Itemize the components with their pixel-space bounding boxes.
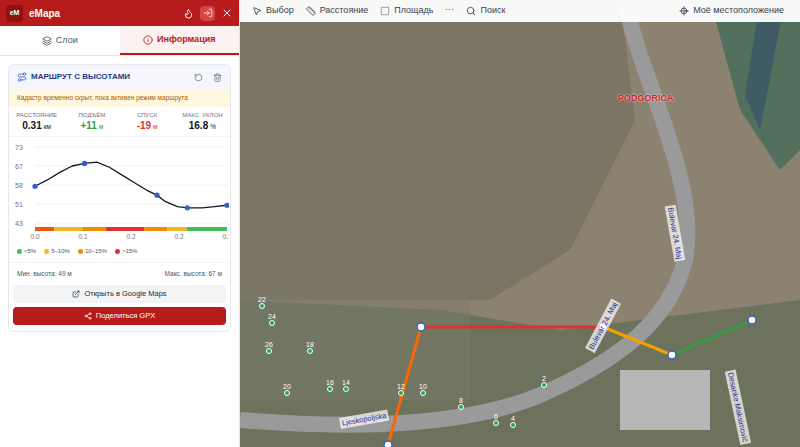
tabs: СлоиИнформация	[0, 26, 239, 56]
svg-text:0.3: 0.3	[222, 233, 229, 240]
svg-text:43: 43	[15, 220, 23, 227]
external-link-icon	[72, 290, 80, 298]
svg-text:0.0: 0.0	[30, 233, 39, 240]
stat: ПОДЪЁМ+11м	[64, 107, 119, 137]
house-number-pin[interactable]: 2	[541, 375, 547, 388]
stats: РАССТОЯНИЕ0.31кмПОДЪЁМ+11мСПУСК-19мМАКС.…	[9, 107, 230, 138]
tool-icon	[380, 6, 390, 16]
tab[interactable]: Слои	[0, 26, 120, 55]
svg-text:67: 67	[15, 163, 23, 170]
house-number-pin[interactable]: 4	[510, 415, 516, 428]
trash-icon[interactable]	[213, 73, 222, 82]
legend: <5% 5–10% 10–15% >15%	[9, 241, 230, 263]
svg-text:58: 58	[15, 182, 23, 189]
house-number-pin[interactable]: 16	[326, 379, 334, 392]
legend-item: >15%	[115, 247, 138, 256]
map-tool[interactable]: ⋯	[445, 4, 454, 18]
svg-text:51: 51	[15, 201, 23, 208]
svg-text:0.1: 0.1	[78, 233, 87, 240]
city-label: PODGORICA	[618, 92, 674, 106]
route-card: МАРШРУТ С ВЫСОТАМИ Кадастр временно скрыт…	[8, 64, 231, 332]
stat: СПУСК-19м	[120, 107, 175, 137]
heights: Мин. высота: 49 мМакс. высота: 67 м	[9, 263, 230, 285]
logo[interactable]: eM	[6, 5, 23, 22]
header: eM eMapa	[0, 0, 239, 26]
house-number-pin[interactable]: 8	[458, 397, 464, 410]
undo-icon[interactable]	[194, 73, 203, 82]
card-title: МАРШРУТ С ВЫСОТАМИ	[31, 71, 190, 83]
tool-icon	[252, 6, 262, 16]
info-icon	[143, 35, 153, 45]
house-number-pin[interactable]: 6	[493, 413, 499, 426]
login-icon	[203, 8, 213, 18]
flame-icon[interactable]	[183, 8, 194, 19]
card-header: МАРШРУТ С ВЫСОТАМИ	[9, 65, 230, 89]
stat: МАКС. УКЛОН16.8%	[175, 107, 230, 137]
house-number-pin[interactable]: 10	[419, 383, 427, 396]
map-toolbar: Выбор Расстояние Площадь ⋯ Поиск Моё местопол…	[240, 0, 800, 22]
house-number-pin[interactable]: 20	[283, 383, 291, 396]
house-number-pin[interactable]: 14	[342, 379, 350, 392]
tool-icon	[306, 6, 316, 16]
house-number-pin[interactable]: 12	[397, 383, 405, 396]
route-icon	[17, 72, 27, 82]
svg-text:73: 73	[15, 144, 23, 151]
layers-icon	[42, 36, 52, 46]
close-icon[interactable]	[221, 7, 233, 19]
house-number-pin[interactable]: 22	[258, 296, 266, 309]
sidebar: eM eMapa СлоиИнформация МАРШРУТ С ВЫСОТАМИ К…	[0, 0, 240, 447]
svg-text:0.2: 0.2	[126, 233, 135, 240]
stat: РАССТОЯНИЕ0.31км	[9, 107, 64, 137]
house-number-pin[interactable]: 26	[265, 341, 273, 354]
map-tool[interactable]: Выбор	[252, 4, 294, 18]
svg-text:0.2: 0.2	[174, 233, 183, 240]
locate-button[interactable]: Моё местоположение	[679, 4, 788, 18]
house-number-pin[interactable]: 24	[268, 313, 276, 326]
exit-button[interactable]	[200, 6, 215, 21]
legend-item: <5%	[17, 247, 36, 256]
share-icon	[84, 312, 92, 320]
locate-icon	[679, 6, 689, 16]
app-title: eMapa	[29, 6, 60, 21]
notice: Кадастр временно скрыт, пока активен реж…	[9, 89, 230, 107]
house-number-pin[interactable]: 18	[306, 341, 314, 354]
legend-item: 5–10%	[44, 247, 70, 256]
legend-item: 10–15%	[78, 247, 107, 256]
app: eM eMapa СлоиИнформация МАРШРУТ С ВЫСОТАМИ К…	[0, 0, 800, 447]
map-tool[interactable]: Расстояние	[306, 4, 369, 18]
elevation-chart: 73 67 58 51 43 0.0 0.1 0.2 0.2 0.3	[13, 141, 229, 241]
map-tool[interactable]: Площадь	[380, 4, 433, 18]
route-line[interactable]	[240, 0, 800, 447]
tab[interactable]: Информация	[120, 26, 240, 55]
share-gpx-button[interactable]: Поделиться GPX	[13, 307, 226, 325]
search-icon	[466, 6, 476, 16]
search-button[interactable]: Поиск	[466, 4, 505, 18]
google-maps-button[interactable]: Открыть в Google Maps	[13, 285, 226, 303]
map[interactable]: 2224261820161412108264LjeskopoljskaBulev…	[240, 0, 800, 447]
satellite-image	[240, 0, 800, 447]
